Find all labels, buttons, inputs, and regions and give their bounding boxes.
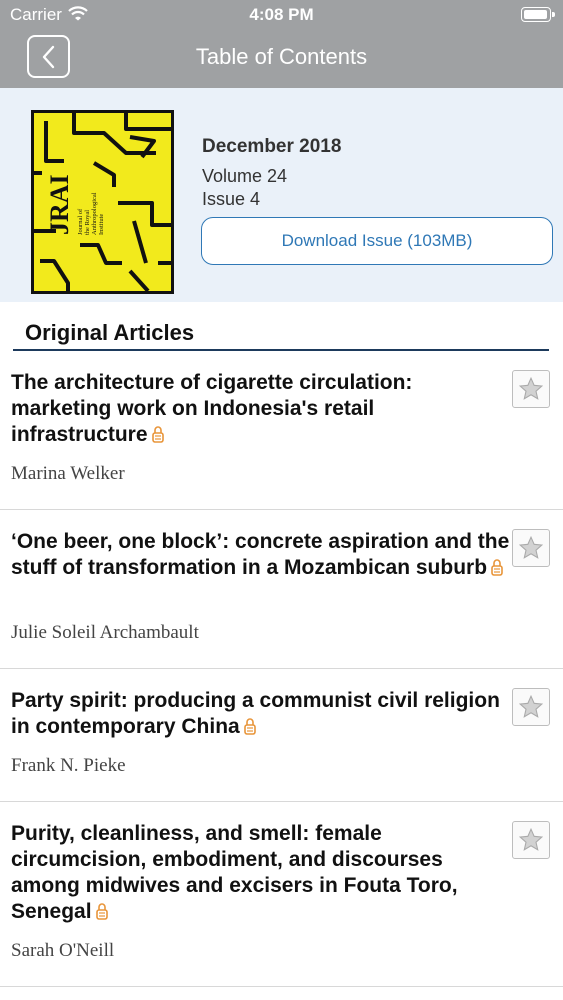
star-icon	[518, 827, 544, 851]
article-author: Frank N. Pieke	[11, 755, 126, 776]
article-title-text: ‘One beer, one block’: concrete aspirati…	[11, 530, 510, 579]
article-row[interactable]: The architecture of cigarette circulatio…	[0, 370, 563, 510]
lock-icon	[491, 559, 503, 576]
svg-text:JRAI: JRAI	[45, 174, 74, 235]
battery-icon	[521, 7, 555, 22]
cover-logo: JRAI	[45, 174, 74, 235]
article-author: Sarah O'Neill	[11, 940, 115, 961]
favorite-button[interactable]	[512, 688, 550, 726]
star-icon	[518, 535, 544, 559]
article-title[interactable]: Purity, cleanliness, and smell: female c…	[11, 821, 511, 925]
article-author: Marina Welker	[11, 463, 125, 484]
article-title[interactable]: The architecture of cigarette circulatio…	[11, 370, 511, 448]
favorite-button[interactable]	[512, 529, 550, 567]
article-row[interactable]: ‘One beer, one block’: concrete aspirati…	[0, 529, 563, 669]
issue-number: Issue 4	[202, 189, 261, 209]
favorite-button[interactable]	[512, 370, 550, 408]
status-time: 4:08 PM	[249, 5, 314, 24]
section-divider	[13, 349, 549, 351]
lock-icon	[243, 718, 256, 735]
cover-artwork: JRAI Journal of the Royal Anthropologica…	[34, 113, 171, 291]
page-title: Table of Contents	[195, 44, 368, 69]
svg-text:the Royal: the Royal	[84, 210, 91, 235]
article-title-text: Purity, cleanliness, and smell: female c…	[11, 822, 458, 923]
issue-date: December 2018	[202, 136, 342, 157]
article-row[interactable]: Purity, cleanliness, and smell: female c…	[0, 821, 563, 987]
status-bar: Carrier 4:08 PM	[0, 0, 563, 30]
star-icon	[518, 694, 544, 718]
navigation-bar: Table of Contents	[0, 30, 563, 88]
download-issue-button[interactable]: Download Issue (103MB)	[201, 217, 553, 265]
svg-text:Journal of: Journal of	[77, 208, 84, 235]
lock-icon	[95, 903, 108, 920]
article-author: Julie Soleil Archambault	[11, 622, 199, 643]
issue-cover-image[interactable]: JRAI Journal of the Royal Anthropologica…	[31, 110, 174, 294]
section-title: Original Articles	[25, 320, 195, 345]
article-row[interactable]: Party spirit: producing a communist civi…	[0, 688, 563, 802]
issue-header: JRAI Journal of the Royal Anthropologica…	[0, 88, 563, 302]
article-title[interactable]: ‘One beer, one block’: concrete aspirati…	[11, 529, 511, 581]
article-title[interactable]: Party spirit: producing a communist civi…	[11, 688, 511, 740]
lock-icon	[151, 426, 164, 443]
issue-volume: Volume 24	[202, 166, 288, 186]
star-icon	[518, 376, 544, 400]
article-title-text: The architecture of cigarette circulatio…	[11, 371, 413, 446]
svg-text:Institute: Institute	[98, 214, 105, 235]
svg-text:Anthropological: Anthropological	[91, 192, 98, 235]
favorite-button[interactable]	[512, 821, 550, 859]
